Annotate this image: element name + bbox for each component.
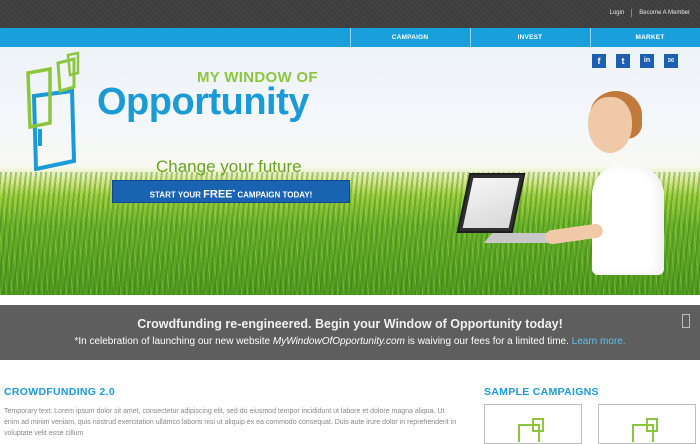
tagline-rest: your future: [220, 157, 302, 176]
banner-subtext: *In celebration of launching our new web…: [0, 336, 700, 347]
banner-text-b: is waiving our fees for a limited time.: [407, 336, 569, 347]
account-links: Login Become A Member: [610, 9, 690, 17]
crowdfunding-heading: CROWDFUNDING 2.0: [4, 386, 115, 398]
logo-title: Opportunity: [97, 81, 309, 123]
cta-text-b: CAMPAIGN TODAY!: [237, 190, 313, 200]
cta-free: FREE: [203, 188, 233, 201]
cta-asterisk: *: [232, 189, 236, 196]
hero-tagline: Change your future: [156, 157, 302, 177]
facebook-icon[interactable]: f: [592, 54, 606, 68]
banner-text-a: *In celebration of launching our new web…: [74, 336, 271, 347]
link-divider: [631, 9, 633, 17]
crowdfunding-body-text: Temporary text: Lorem ipsum dolor sit am…: [4, 408, 457, 437]
banner-site-name: MyWindowOfOpportunity.com: [272, 336, 405, 347]
learn-more-link[interactable]: Learn more.: [572, 336, 626, 347]
twitter-icon[interactable]: t: [616, 54, 630, 68]
banner-headline: Crowdfunding re-engineered. Begin your W…: [137, 317, 563, 331]
announcement-banner: Crowdfunding re-engineered. Begin your W…: [0, 305, 700, 360]
nav-item-campaign[interactable]: CAMPAIGN: [350, 28, 470, 47]
campaign-card[interactable]: [598, 404, 696, 444]
cta-text-a: START YOUR: [149, 190, 201, 200]
login-link[interactable]: Login: [610, 10, 625, 16]
top-utility-bar: Login Become A Member: [0, 0, 700, 28]
linkedin-icon[interactable]: in: [640, 54, 654, 68]
nav-item-market[interactable]: MARKET: [590, 28, 700, 47]
campaign-card[interactable]: [484, 404, 582, 444]
window-logo-icon: [26, 51, 80, 171]
hero-banner: MY WINDOW OF Opportunity Change your fut…: [0, 47, 700, 295]
sample-campaigns-heading: SAMPLE CAMPAIGNS: [484, 386, 599, 398]
campaign-logo-icon: [518, 418, 544, 442]
email-icon[interactable]: ✉: [664, 54, 678, 68]
campaign-logo-icon: [632, 418, 658, 442]
woman-head: [588, 97, 632, 153]
start-campaign-button[interactable]: START YOUR FREE* CAMPAIGN TODAY!: [112, 180, 350, 203]
window-mark-icon: [682, 314, 690, 328]
nav-item-invest[interactable]: INVEST: [470, 28, 590, 47]
tagline-change: Change: [156, 157, 216, 176]
woman-body: [592, 165, 664, 275]
become-member-link[interactable]: Become A Member: [639, 10, 690, 16]
main-navigation: CAMPAIGN INVEST MARKET: [0, 28, 700, 47]
